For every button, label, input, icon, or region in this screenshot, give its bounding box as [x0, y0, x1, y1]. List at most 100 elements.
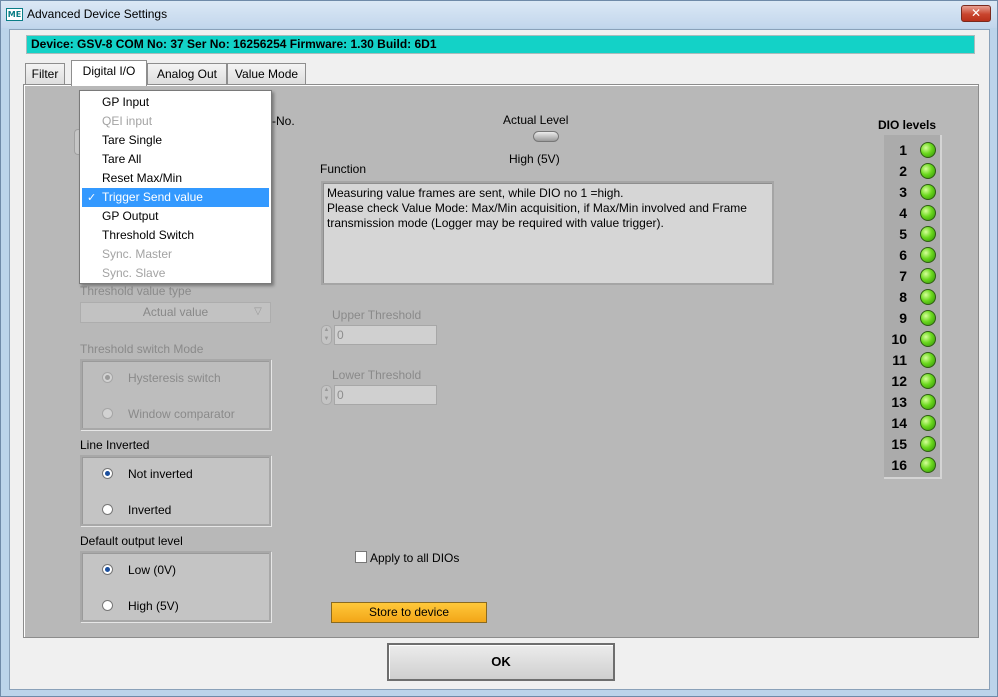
dio-level-row: 5 — [884, 223, 942, 244]
dropdown-option-label: GP Input — [102, 95, 150, 109]
dio-number-label: 9 — [899, 310, 907, 326]
high-5v-radio[interactable] — [102, 600, 113, 611]
dropdown-option: QEI input — [82, 112, 269, 131]
dio-number-label: 15 — [891, 436, 907, 452]
function-text-line: Measuring value frames are sent, while D… — [327, 186, 624, 200]
function-description: Measuring value frames are sent, while D… — [321, 181, 774, 285]
dio-function-dropdown-list[interactable]: GP Input QEI input Tare Single Tare All Rese… — [79, 90, 272, 284]
dio-number-label: 8 — [899, 289, 907, 305]
chevron-down-icon: ▽ — [254, 306, 262, 317]
lower-threshold-input[interactable]: 0 — [334, 385, 437, 405]
led-indicator-icon — [920, 352, 936, 368]
dropdown-option[interactable]: Tare All — [82, 150, 269, 169]
dropdown-option-label: Trigger Send value — [102, 190, 203, 204]
dio-number-label: 10 — [891, 331, 907, 347]
app-logo-icon: ME — [6, 8, 23, 21]
led-indicator-icon — [920, 226, 936, 242]
dio-levels-indicator-box: 1 2 3 4 5 6 7 8 9 10 11 12 13 14 15 16 — [884, 135, 942, 479]
dropdown-option: Sync. Slave — [82, 264, 269, 283]
led-indicator-icon — [920, 436, 936, 452]
dropdown-option-label: Tare All — [102, 152, 142, 166]
line-inverted-label: Line Inverted — [80, 438, 150, 452]
upper-threshold-stepper[interactable]: ▲ ▼ — [321, 325, 332, 345]
dio-number-label: -No. — [272, 114, 295, 128]
dio-level-row: 2 — [884, 160, 942, 181]
led-indicator-icon — [920, 394, 936, 410]
dio-number-label: 2 — [899, 163, 907, 179]
dio-level-row: 6 — [884, 244, 942, 265]
led-indicator-icon — [920, 163, 936, 179]
dropdown-option-label: QEI input — [102, 114, 153, 128]
dio-level-row: 13 — [884, 391, 942, 412]
led-indicator-icon — [920, 415, 936, 431]
not-inverted-label: Not inverted — [128, 467, 193, 481]
dio-number-label: 14 — [891, 415, 907, 431]
dio-number-label: 4 — [899, 205, 907, 221]
dio-level-row: 4 — [884, 202, 942, 223]
close-icon: ✕ — [970, 6, 982, 20]
dropdown-option-label: Sync. Master — [102, 247, 173, 261]
dropdown-option[interactable]: GP Input — [82, 93, 269, 112]
title-bar[interactable]: ME Advanced Device Settings ✕ — [1, 1, 997, 28]
inverted-radio[interactable] — [102, 504, 113, 515]
actual-level-value: High (5V) — [509, 152, 560, 166]
line-inverted-group — [80, 455, 271, 526]
dropdown-option-label: Threshold Switch — [102, 228, 195, 242]
dropdown-option-label: GP Output — [102, 209, 159, 223]
window-title: Advanced Device Settings — [27, 7, 168, 21]
dio-number-label: 7 — [899, 268, 907, 284]
led-indicator-icon — [920, 373, 936, 389]
dio-level-row: 10 — [884, 328, 942, 349]
low-0v-label: Low (0V) — [128, 563, 177, 577]
threshold-switch-mode-label: Threshold switch Mode — [80, 342, 204, 356]
led-indicator-icon — [920, 457, 936, 473]
not-inverted-radio[interactable] — [102, 468, 113, 479]
tab-digital-io[interactable]: Digital I/O — [71, 60, 147, 86]
function-label: Function — [320, 162, 367, 176]
dropdown-option: Sync. Master — [82, 245, 269, 264]
hysteresis-switch-radio[interactable] — [102, 372, 113, 383]
dropdown-option-label: Sync. Slave — [102, 266, 166, 280]
dio-level-row: 1 — [884, 139, 942, 160]
window-comparator-radio[interactable] — [102, 408, 113, 419]
dropdown-option[interactable]: ✓ Trigger Send value — [82, 188, 269, 207]
upper-threshold-input[interactable]: 0 — [334, 325, 437, 345]
apply-to-all-dios-checkbox[interactable] — [355, 551, 367, 563]
tab-filter[interactable]: Filter — [25, 63, 65, 85]
advanced-device-settings-window: ME Advanced Device Settings ✕ Device: GS… — [0, 0, 998, 697]
threshold-value-type-select[interactable]: Actual value ▽ — [80, 302, 271, 323]
led-indicator-icon — [920, 331, 936, 347]
default-output-level-label: Default output level — [80, 534, 183, 548]
dio-number-label: 6 — [899, 247, 907, 263]
led-indicator-icon — [920, 289, 936, 305]
dio-number-label: 16 — [891, 457, 907, 473]
dio-level-row: 16 — [884, 454, 942, 475]
threshold-value-type-value: Actual value — [142, 305, 209, 319]
upper-threshold-label: Upper Threshold — [332, 308, 422, 322]
function-text-line: transmission mode (Logger may be require… — [327, 216, 664, 230]
dio-level-row: 9 — [884, 307, 942, 328]
led-indicator-icon — [920, 310, 936, 326]
dio-number-label: 13 — [891, 394, 907, 410]
dropdown-option[interactable]: GP Output — [82, 207, 269, 226]
hysteresis-switch-label: Hysteresis switch — [128, 371, 221, 385]
lower-threshold-label: Lower Threshold — [332, 368, 422, 382]
dropdown-option-label: Tare Single — [102, 133, 163, 147]
actual-level-switch — [533, 131, 559, 142]
dio-level-row: 8 — [884, 286, 942, 307]
dropdown-option[interactable]: Tare Single — [82, 131, 269, 150]
dio-number-label: 11 — [892, 352, 907, 368]
tab-value-mode[interactable]: Value Mode — [227, 63, 306, 85]
dropdown-option[interactable]: Threshold Switch — [82, 226, 269, 245]
dropdown-option[interactable]: Reset Max/Min — [82, 169, 269, 188]
dio-level-row: 3 — [884, 181, 942, 202]
close-button[interactable]: ✕ — [961, 5, 991, 22]
store-to-device-button[interactable]: Store to device — [331, 602, 487, 623]
tab-analog-out[interactable]: Analog Out — [147, 63, 227, 85]
low-0v-radio[interactable] — [102, 564, 113, 575]
lower-threshold-stepper[interactable]: ▲ ▼ — [321, 385, 332, 405]
dio-levels-title: DIO levels — [878, 118, 937, 132]
high-5v-label: High (5V) — [128, 599, 179, 613]
dio-number-label: 5 — [899, 226, 907, 242]
ok-button[interactable]: OK — [387, 643, 615, 681]
